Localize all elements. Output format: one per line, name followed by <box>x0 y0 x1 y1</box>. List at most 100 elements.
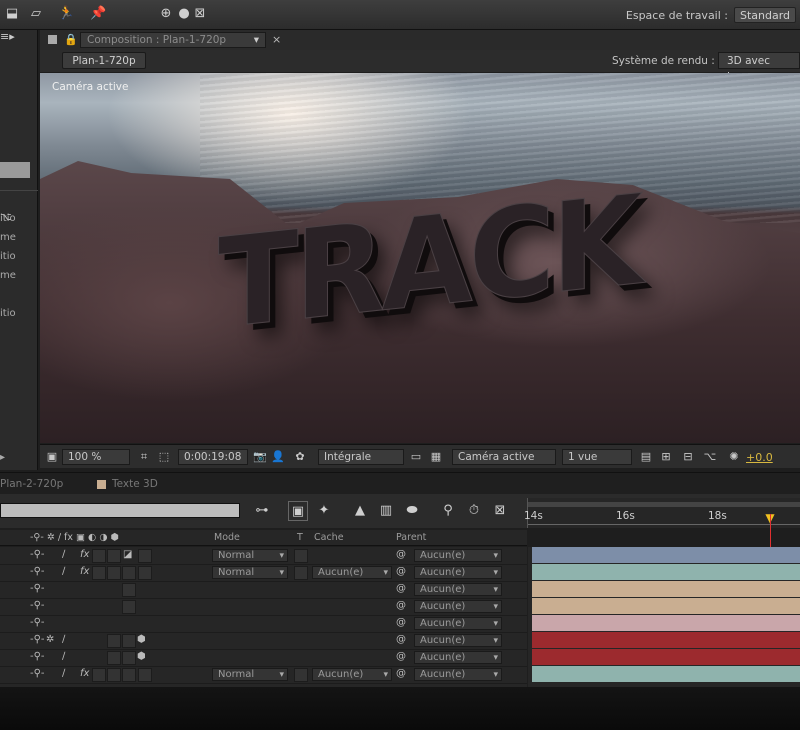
timeline-tab[interactable]: Plan-2-720p <box>0 475 63 493</box>
preview-icon[interactable]: ▣ <box>44 449 60 465</box>
view-axis-icon[interactable]: ⊠ <box>192 6 208 22</box>
pickwhip-icon[interactable]: @ <box>396 617 406 628</box>
switch-box[interactable] <box>107 651 121 665</box>
trackmatte-dropdown[interactable]: Aucun(e) <box>312 566 392 579</box>
parent-dropdown[interactable]: Aucun(e) <box>414 583 502 596</box>
flowchart-icon[interactable]: ⌥ <box>702 449 718 465</box>
pickwhip-icon[interactable]: @ <box>396 668 406 679</box>
timeline-tab[interactable]: Texte 3D <box>112 475 158 493</box>
switch-box[interactable] <box>92 549 106 563</box>
comp-flowchart-icon[interactable]: ⊟ <box>680 449 696 465</box>
layer-row[interactable]: -⚲- ✲ ∕ ⬢ @ Aucun(e) <box>0 632 527 650</box>
shy-icon[interactable]: -⚲- <box>30 668 45 679</box>
blend-mode-dropdown[interactable]: Normal <box>212 668 288 681</box>
safe-zones-icon[interactable]: ⬚ <box>156 449 172 465</box>
3d-layer-icon[interactable]: ⬢ <box>137 651 146 662</box>
project-search-field[interactable] <box>0 162 30 178</box>
layer-duration-bar[interactable] <box>532 581 800 597</box>
layer-search-input[interactable] <box>0 503 240 518</box>
parent-dropdown[interactable]: Aucun(e) <box>414 617 502 630</box>
pin-tool-icon[interactable]: 📌 <box>90 6 106 22</box>
auto-keyframe-icon[interactable]: ⏱ <box>464 501 484 521</box>
shy-icon[interactable]: -⚲- <box>30 617 45 628</box>
effects-icon[interactable]: fx <box>80 668 89 679</box>
switch-box[interactable] <box>122 600 136 614</box>
puppet-tool-icon[interactable]: 🏃 <box>58 6 74 22</box>
switch-box[interactable] <box>138 566 152 580</box>
live-update-icon[interactable]: ▣ <box>288 501 308 521</box>
eraser-tool-icon[interactable]: ▱ <box>28 6 44 22</box>
exposure-icon[interactable]: ✺ <box>726 449 742 465</box>
layer-duration-bar[interactable] <box>532 615 800 631</box>
timeline-icon[interactable]: ⊞ <box>658 449 674 465</box>
parent-dropdown[interactable]: Aucun(e) <box>414 634 502 647</box>
effects-icon[interactable]: fx <box>80 566 89 577</box>
layer-duration-bar[interactable] <box>532 564 800 580</box>
blend-mode-dropdown[interactable]: Normal <box>212 566 288 579</box>
mode-column-header[interactable]: Mode <box>214 532 240 543</box>
layer-duration-bar[interactable] <box>532 598 800 614</box>
blend-mode-dropdown[interactable]: Normal <box>212 549 288 562</box>
workspace-dropdown[interactable]: Standard <box>734 7 796 23</box>
parent-dropdown[interactable]: Aucun(e) <box>414 668 502 681</box>
shy-icon[interactable]: -⚲- <box>30 651 45 662</box>
views-dropdown[interactable]: 1 vue <box>562 449 632 465</box>
region-of-interest-icon[interactable]: ▭ <box>408 449 424 465</box>
snapshot-icon[interactable]: 📷 <box>252 449 268 465</box>
brainstorm-icon[interactable]: ⊠ <box>490 501 510 521</box>
composition-mini-flowchart-icon[interactable]: ⊶ <box>252 501 272 521</box>
panel-menu-icon[interactable]: ≡▸ <box>0 30 15 43</box>
trackmatte-box[interactable] <box>294 549 308 563</box>
trackmatte-box[interactable] <box>294 668 308 682</box>
camera-dropdown[interactable]: Caméra active <box>452 449 556 465</box>
adjustment-layer-icon[interactable]: ◪ <box>123 549 132 560</box>
color-channels-icon[interactable]: ✿ <box>292 449 308 465</box>
switch-box[interactable] <box>122 651 136 665</box>
parent-column-header[interactable]: Parent <box>396 532 426 543</box>
layer-duration-bar[interactable] <box>532 666 800 682</box>
pickwhip-icon[interactable]: @ <box>396 549 406 560</box>
cache-column-header[interactable]: Cache <box>314 532 344 543</box>
switch-box[interactable] <box>138 549 152 563</box>
composition-tab[interactable]: Composition : Plan-1-720p ▾ <box>80 32 266 48</box>
switch-box[interactable] <box>122 634 136 648</box>
lock-icon[interactable]: 🔒 <box>64 33 78 46</box>
resolution-dropdown[interactable]: Intégrale <box>318 449 404 465</box>
shy-icon[interactable]: -⚲- <box>30 566 45 577</box>
time-ruler[interactable]: 14s 16s 18s <box>524 498 800 528</box>
show-snapshot-icon[interactable]: 👤 <box>270 449 286 465</box>
renderer-dropdown[interactable]: 3D avec lancer <box>718 52 800 83</box>
pickwhip-icon[interactable]: @ <box>396 600 406 611</box>
switch-box[interactable] <box>107 634 121 648</box>
layer-row[interactable]: -⚲- @ Aucun(e) <box>0 598 527 616</box>
layer-duration-bar[interactable] <box>532 649 800 665</box>
shy-icon[interactable]: -⚲- <box>30 634 45 645</box>
pickwhip-icon[interactable]: @ <box>396 583 406 594</box>
parent-dropdown[interactable]: Aucun(e) <box>414 651 502 664</box>
parent-dropdown[interactable]: Aucun(e) <box>414 600 502 613</box>
transparency-grid-icon[interactable]: ▦ <box>428 449 444 465</box>
layer-row[interactable]: -⚲- @ Aucun(e) <box>0 581 527 599</box>
switch-box[interactable] <box>92 566 106 580</box>
parent-dropdown[interactable]: Aucun(e) <box>414 566 502 579</box>
switch-box[interactable] <box>138 668 152 682</box>
shy-icon[interactable]: -⚲- <box>30 600 45 611</box>
graph-editor-icon[interactable]: ⚲ <box>438 501 458 521</box>
switch-box[interactable] <box>107 549 121 563</box>
switch-box[interactable] <box>92 668 106 682</box>
quality-icon[interactable]: ∕ <box>62 668 65 679</box>
quality-icon[interactable]: ∕ <box>62 634 65 645</box>
fast-preview-icon[interactable]: ▤ <box>638 449 654 465</box>
world-axis-icon[interactable]: ● <box>176 6 192 22</box>
layer-row[interactable]: -⚲- ∕ fx Normal Aucun(e) @ Aucun(e) <box>0 564 527 582</box>
work-area-bar[interactable] <box>528 502 800 507</box>
switch-box[interactable] <box>107 668 121 682</box>
switch-box[interactable] <box>122 566 136 580</box>
camera-layer-icon[interactable]: ⬢ <box>137 634 146 645</box>
collapse-icon[interactable]: ✲ <box>46 634 54 645</box>
exposure-value[interactable]: +0.0 <box>746 451 773 464</box>
scroll-right-icon[interactable]: ▸ <box>0 452 5 463</box>
chevron-down-icon[interactable]: ▾ <box>254 33 259 48</box>
pickwhip-icon[interactable]: @ <box>396 634 406 645</box>
timecode[interactable]: 0:00:19:08 <box>178 449 248 465</box>
